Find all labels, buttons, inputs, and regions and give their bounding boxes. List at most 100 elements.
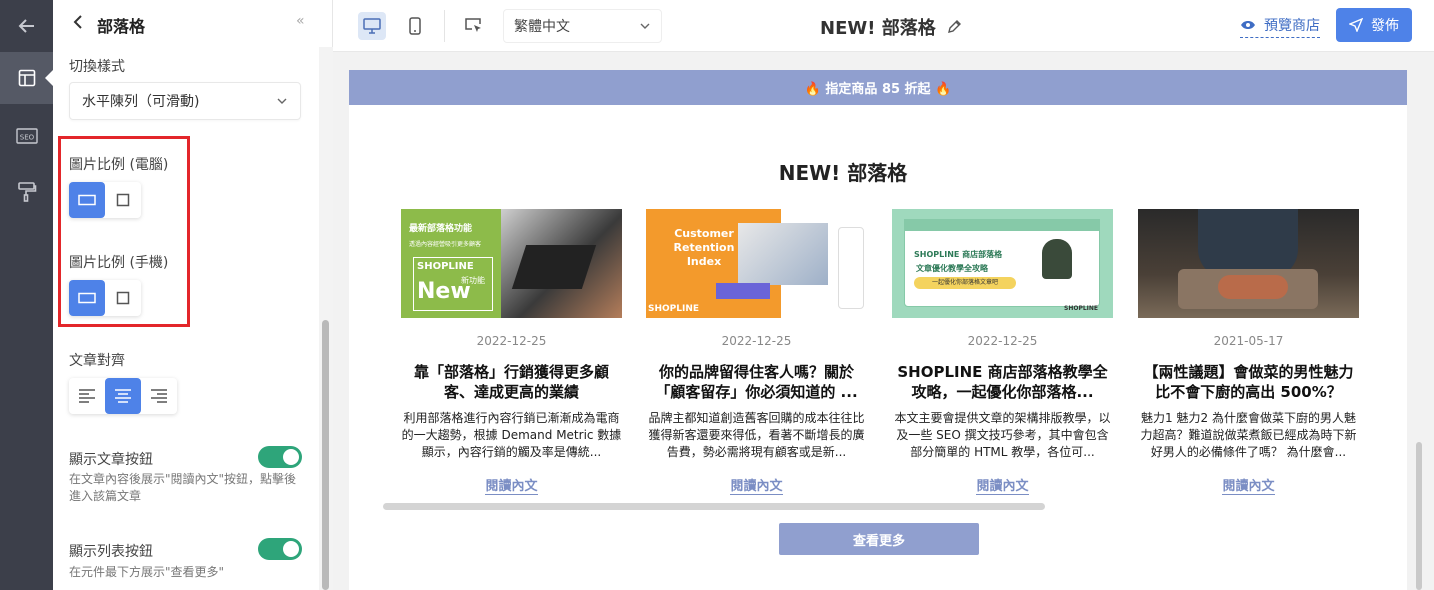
- align-center-icon: [115, 389, 131, 403]
- language-value: 繁體中文: [514, 19, 570, 35]
- blog-card-image: [1138, 209, 1359, 318]
- show-list-button-hint: 在元件最下方展示"查看更多": [69, 565, 225, 579]
- ratio-desktop-label: 圖片比例 (電腦): [69, 157, 169, 173]
- blog-card-image: SHOPLINE 商店部落格 文章優化教學全攻略 一起優化你部落格文章吧 SHO…: [892, 209, 1113, 318]
- align-left-icon: [79, 389, 95, 403]
- align-right-icon: [151, 389, 167, 403]
- paint-roller-icon[interactable]: [0, 166, 53, 218]
- seo-icon[interactable]: SEO: [0, 110, 53, 162]
- eye-icon: [1241, 21, 1255, 29]
- show-article-button-label: 顯示文章按鈕: [69, 452, 153, 468]
- editor-canvas: 🔥 指定商品 85 折起 🔥 NEW! 部落格 最新部落格功能 透過內容經營吸引…: [333, 52, 1434, 590]
- blog-card[interactable]: 2021-05-17 【兩性議題】會做菜的男性魅力比不會下廚的高出 500%？ …: [1138, 209, 1359, 495]
- select-element-button[interactable]: [460, 12, 488, 40]
- blog-card-excerpt: 魅力1 魅力2 為什麼會做菜下廚的男人魅力超高？難道說做菜煮飯已經成為時下新好男…: [1140, 411, 1357, 459]
- top-toolbar: 繁體中文 NEW! 部落格 預覽商店 發佈: [333, 0, 1434, 52]
- read-more-link[interactable]: 閱讀內文: [646, 475, 867, 495]
- blog-card-date: 2021-05-17: [1213, 334, 1284, 348]
- blog-card-date: 2022-12-25: [967, 334, 1038, 348]
- image-caption: 文章優化教學全攻略: [916, 264, 988, 273]
- publish-label: 發佈: [1371, 18, 1399, 34]
- switch-style-select[interactable]: 水平陳列（可滑動): [69, 82, 301, 120]
- page-title-text: NEW! 部落格: [820, 18, 936, 39]
- cards-horizontal-scrollbar[interactable]: [383, 503, 1045, 510]
- image-caption: SHOPLINE: [1064, 305, 1099, 312]
- canvas-scrollbar[interactable]: [1416, 442, 1422, 590]
- landscape-ratio-button[interactable]: [69, 280, 105, 316]
- pencil-icon[interactable]: [946, 19, 962, 35]
- panel-scrollbar-thumb[interactable]: [322, 320, 329, 590]
- landscape-ratio-button[interactable]: [69, 182, 105, 218]
- publish-button[interactable]: 發佈: [1336, 8, 1412, 42]
- chevron-down-icon: [640, 23, 650, 29]
- blog-card-excerpt: 本文主要會提供文章的架構排版教學，以及一些 SEO 撰文技巧參考，其中會包含部分…: [894, 411, 1111, 459]
- back-arrow-icon[interactable]: [0, 0, 53, 52]
- image-caption: SHOPLINE: [417, 261, 474, 272]
- blog-card-excerpt: 品牌主都知道創造舊客回購的成本往往比獲得新客還要來得低，看著不斷增長的廣告費，勢…: [648, 411, 865, 459]
- read-more-link[interactable]: 閱讀內文: [892, 475, 1113, 495]
- blog-card-title[interactable]: 【兩性議題】會做菜的男性魅力比不會下廚的高出 500%？: [1138, 362, 1359, 402]
- blog-card-image: Customer Retention Index SHOPLINE: [646, 209, 867, 318]
- chevron-down-icon: [277, 98, 287, 104]
- blog-section-title: NEW! 部落格: [778, 161, 908, 185]
- blog-card[interactable]: 最新部落格功能 透過內容經營吸引更多顧客 SHOPLINE 新功能 New 20…: [401, 209, 622, 495]
- align-left-button[interactable]: [69, 378, 105, 414]
- blog-card-date: 2022-12-25: [476, 334, 547, 348]
- icon-rail: SEO: [0, 0, 53, 590]
- blog-card[interactable]: Customer Retention Index SHOPLINE 2022-1…: [646, 209, 867, 495]
- blog-card-image: 最新部落格功能 透過內容經營吸引更多顧客 SHOPLINE 新功能 New: [401, 209, 622, 318]
- read-more-label: 閱讀內文: [976, 479, 1029, 495]
- image-caption: 透過內容經營吸引更多顧客: [409, 241, 482, 248]
- promo-banner[interactable]: 🔥 指定商品 85 折起 🔥: [349, 70, 1407, 105]
- send-icon: [1349, 18, 1363, 32]
- read-more-label: 閱讀內文: [1222, 479, 1275, 495]
- align-center-button[interactable]: [105, 378, 141, 414]
- read-more-label: 閱讀內文: [730, 479, 783, 495]
- landscape-rect-icon: [78, 292, 96, 304]
- square-ratio-button[interactable]: [105, 182, 141, 218]
- blog-card-date: 2022-12-25: [721, 334, 792, 348]
- show-list-button-label: 顯示列表按鈕: [69, 544, 153, 560]
- show-article-button-toggle[interactable]: [258, 446, 302, 468]
- read-more-link[interactable]: 閱讀內文: [1138, 475, 1359, 495]
- collapse-panel-icon[interactable]: «: [296, 13, 305, 29]
- ratio-mobile-toggle: [69, 280, 141, 316]
- align-right-button[interactable]: [141, 378, 177, 414]
- image-caption: 一起優化你部落格文章吧: [914, 277, 1016, 289]
- image-caption: SHOPLINE: [648, 304, 700, 314]
- preview-store-link[interactable]: 預覽商店: [1240, 15, 1320, 38]
- square-icon: [116, 193, 130, 207]
- layout-icon[interactable]: [0, 52, 53, 104]
- language-select[interactable]: 繁體中文: [503, 9, 662, 43]
- blog-card-title[interactable]: SHOPLINE 商店部落格教學全攻略，一起優化你部落格...: [892, 362, 1113, 402]
- cursor-select-icon: [465, 18, 481, 32]
- square-ratio-button[interactable]: [105, 280, 141, 316]
- page-preview: 🔥 指定商品 85 折起 🔥 NEW! 部落格 最新部落格功能 透過內容經營吸引…: [349, 70, 1407, 590]
- show-list-button-toggle[interactable]: [258, 538, 302, 560]
- desktop-icon: [363, 18, 381, 34]
- blog-card[interactable]: SHOPLINE 商店部落格 文章優化教學全攻略 一起優化你部落格文章吧 SHO…: [892, 209, 1113, 495]
- svg-text:SEO: SEO: [19, 134, 34, 142]
- chevron-left-icon[interactable]: [71, 12, 91, 34]
- read-more-link[interactable]: 閱讀內文: [401, 475, 622, 495]
- align-label: 文章對齊: [69, 353, 125, 369]
- blog-card-title[interactable]: 靠「部落格」行銷獲得更多顧客、達成更高的業績: [401, 362, 622, 402]
- panel-title: 部落格: [97, 17, 146, 36]
- image-caption: New: [417, 279, 471, 304]
- mobile-icon: [409, 17, 421, 35]
- panel-body: 切換樣式 水平陳列（可滑動) 圖片比例 (電腦) 圖片比例 (手機) 文章對齊: [53, 47, 319, 590]
- view-more-button[interactable]: 查看更多: [779, 523, 979, 555]
- read-more-label: 閱讀內文: [485, 479, 538, 495]
- switch-style-value: 水平陳列（可滑動): [82, 94, 200, 110]
- image-caption: 最新部落格功能: [409, 224, 473, 234]
- mobile-view-button[interactable]: [401, 12, 429, 40]
- page-title: NEW! 部落格: [820, 14, 962, 40]
- switch-style-label: 切換樣式: [69, 59, 125, 75]
- image-caption: SHOPLINE 商店部落格: [914, 250, 1003, 259]
- align-toggle: [69, 378, 177, 414]
- panel-header: 部落格 «: [53, 0, 333, 47]
- image-caption: Customer Retention Index: [673, 227, 735, 268]
- blog-card-title[interactable]: 你的品牌留得住客人嗎？關於「顧客留存」你必須知道的 ...: [646, 362, 867, 402]
- desktop-view-button[interactable]: [358, 12, 386, 40]
- preview-store-label: 預覽商店: [1264, 18, 1320, 34]
